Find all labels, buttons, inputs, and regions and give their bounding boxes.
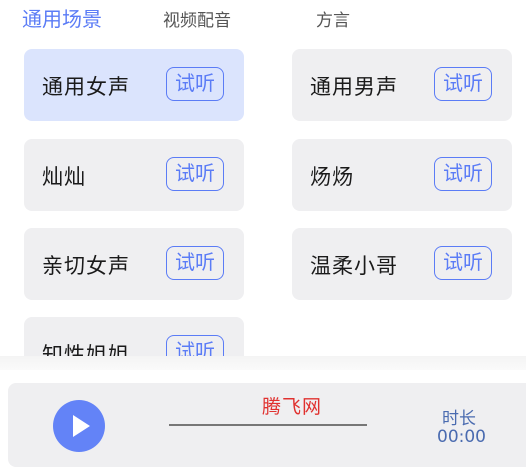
category-tabs: 通用场景 视频配音 方言	[0, 0, 526, 34]
progress-track[interactable]	[169, 424, 367, 426]
listen-button[interactable]: 试听	[166, 157, 224, 191]
listen-button[interactable]: 试听	[434, 246, 492, 280]
voice-name: 亲切女声	[42, 254, 130, 278]
voice-card[interactable]: 通用女声 试听	[24, 49, 244, 121]
voice-card[interactable]: 知性姐姐 试听	[24, 317, 244, 356]
audio-player: 腾飞网 时长 00:00	[8, 383, 526, 467]
tab-general-scene[interactable]: 通用场景	[22, 3, 102, 32]
tab-dialect[interactable]: 方言	[316, 6, 350, 31]
divider-shadow	[0, 356, 526, 370]
voice-name: 通用女声	[42, 75, 130, 99]
play-button[interactable]	[53, 400, 105, 452]
voice-selection-page: 通用女声 试听 通用男声 试听 灿灿 试听 炀炀 试听 亲切女声 试听 温柔小哥…	[0, 0, 526, 467]
listen-button[interactable]: 试听	[166, 335, 224, 356]
play-icon	[73, 415, 90, 437]
watermark-text: 腾飞网	[262, 396, 323, 418]
voice-name: 灿灿	[42, 165, 86, 189]
listen-button[interactable]: 试听	[434, 67, 492, 101]
duration-label: 时长	[442, 409, 476, 429]
listen-button[interactable]: 试听	[166, 246, 224, 280]
voice-card[interactable]: 温柔小哥 试听	[292, 228, 512, 300]
voice-name: 炀炀	[310, 165, 354, 189]
tab-video-dubbing[interactable]: 视频配音	[163, 6, 231, 31]
voice-grid: 通用女声 试听 通用男声 试听 灿灿 试听 炀炀 试听 亲切女声 试听 温柔小哥…	[0, 0, 526, 356]
voice-name: 知性姐姐	[42, 343, 130, 356]
voice-name: 通用男声	[310, 75, 398, 99]
listen-button[interactable]: 试听	[166, 67, 224, 101]
voice-card[interactable]: 通用男声 试听	[292, 49, 512, 121]
voice-card[interactable]: 炀炀 试听	[292, 139, 512, 211]
duration-value: 00:00	[437, 427, 486, 447]
voice-card[interactable]: 亲切女声 试听	[24, 228, 244, 300]
voice-card[interactable]: 灿灿 试听	[24, 139, 244, 211]
listen-button[interactable]: 试听	[434, 157, 492, 191]
voice-name: 温柔小哥	[310, 254, 398, 278]
